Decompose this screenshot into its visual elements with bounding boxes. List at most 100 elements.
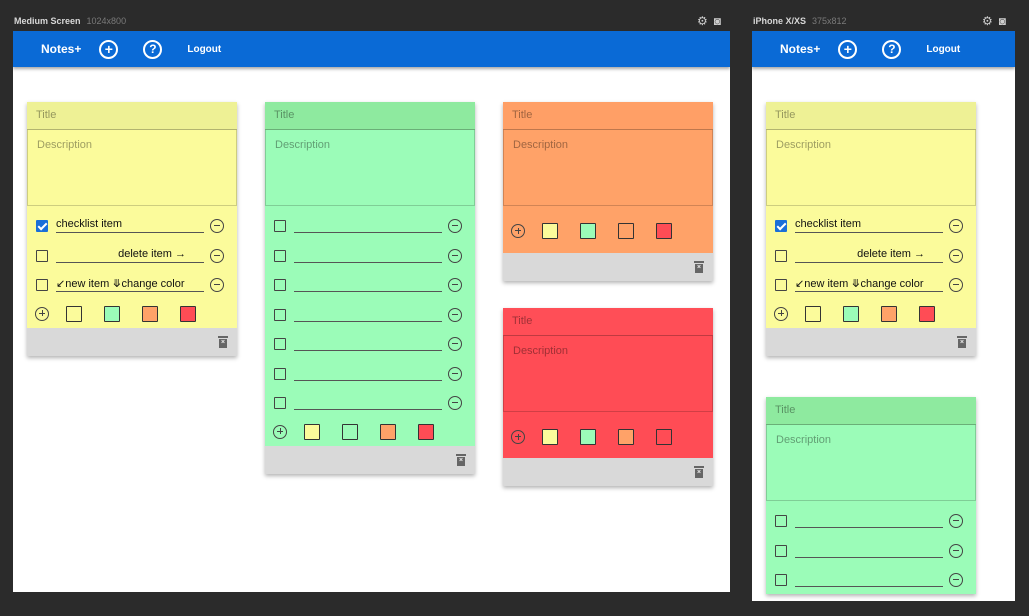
color-green-swatch[interactable] — [580, 223, 596, 239]
title-input[interactable]: Title — [265, 102, 475, 130]
add-circle-icon[interactable] — [511, 224, 525, 238]
remove-circle-icon[interactable] — [448, 337, 462, 351]
checkbox-icon[interactable] — [775, 249, 787, 262]
checkbox-icon[interactable] — [274, 308, 286, 321]
remove-circle-icon[interactable] — [210, 219, 224, 233]
title-input[interactable]: Title — [766, 102, 976, 130]
item-input[interactable]: ↙new item ⤋change color — [795, 273, 943, 292]
item-input[interactable] — [294, 362, 442, 381]
remove-circle-icon[interactable] — [448, 278, 462, 292]
title-input[interactable]: Title — [503, 102, 713, 130]
item-input[interactable] — [294, 391, 442, 410]
color-orange-swatch[interactable] — [881, 305, 897, 322]
trash-icon[interactable] — [694, 466, 704, 478]
camera-icon[interactable]: ◙ — [714, 14, 721, 28]
checkbox-icon[interactable] — [775, 220, 787, 232]
item-input[interactable] — [795, 509, 943, 528]
item-input[interactable]: delete item → — [56, 244, 204, 263]
remove-circle-icon[interactable] — [949, 248, 963, 263]
help-icon[interactable]: ? — [882, 39, 902, 59]
checkbox-icon[interactable] — [775, 515, 787, 527]
remove-circle-icon[interactable] — [210, 248, 224, 263]
add-circle-icon[interactable] — [774, 306, 788, 321]
color-yellow-swatch[interactable] — [542, 223, 558, 239]
brand[interactable]: Notes+ — [41, 42, 81, 56]
color-orange-swatch[interactable] — [142, 305, 158, 322]
remove-circle-icon[interactable] — [949, 573, 963, 587]
item-input[interactable]: checklist item — [795, 214, 943, 233]
color-orange-swatch[interactable] — [380, 423, 396, 440]
checkbox-icon[interactable] — [36, 279, 48, 291]
color-red-swatch[interactable] — [656, 429, 672, 445]
trash-icon[interactable] — [694, 261, 704, 273]
add-circle-icon[interactable] — [511, 430, 525, 444]
checkbox-icon[interactable] — [36, 249, 48, 262]
color-yellow-swatch[interactable] — [805, 305, 821, 322]
brand[interactable]: Notes+ — [780, 42, 820, 56]
remove-circle-icon[interactable] — [949, 543, 963, 558]
checkbox-icon[interactable] — [274, 367, 286, 380]
description-input[interactable]: Description — [766, 130, 976, 206]
add-circle-icon[interactable] — [273, 424, 287, 439]
remove-circle-icon[interactable] — [448, 396, 462, 410]
color-red-swatch[interactable] — [180, 305, 196, 322]
remove-circle-icon[interactable] — [448, 307, 462, 322]
title-input[interactable]: Title — [503, 308, 713, 336]
item-input[interactable]: ↙new item ⤋change color — [56, 273, 204, 292]
remove-circle-icon[interactable] — [448, 219, 462, 233]
remove-circle-icon[interactable] — [448, 366, 462, 381]
color-yellow-swatch[interactable] — [66, 305, 82, 322]
checkbox-icon[interactable] — [36, 220, 48, 232]
logout-button[interactable]: Logout — [187, 44, 221, 55]
item-input[interactable] — [294, 273, 442, 292]
logout-button[interactable]: Logout — [926, 44, 960, 55]
item-input[interactable] — [795, 539, 943, 558]
color-yellow-swatch[interactable] — [304, 423, 320, 440]
item-input[interactable] — [294, 214, 442, 233]
item-input[interactable]: delete item → — [795, 244, 943, 263]
checkbox-icon[interactable] — [274, 338, 286, 350]
item-input[interactable] — [294, 303, 442, 322]
color-orange-swatch[interactable] — [618, 223, 634, 239]
checkbox-icon[interactable] — [274, 397, 286, 409]
trash-icon[interactable] — [218, 335, 228, 348]
item-input[interactable] — [795, 568, 943, 587]
add-icon[interactable]: + — [99, 39, 119, 59]
checkbox-icon[interactable] — [775, 544, 787, 557]
checkbox-icon[interactable] — [775, 279, 787, 291]
checkbox-icon[interactable] — [274, 220, 286, 232]
item-input[interactable] — [294, 332, 442, 351]
color-green-swatch[interactable] — [580, 429, 596, 445]
add-icon[interactable]: + — [838, 39, 858, 59]
color-green-swatch[interactable] — [104, 305, 120, 322]
color-orange-swatch[interactable] — [618, 429, 634, 445]
checkbox-icon[interactable] — [274, 249, 286, 262]
description-input[interactable]: Description — [503, 130, 713, 206]
remove-circle-icon[interactable] — [210, 278, 224, 292]
color-green-swatch[interactable] — [342, 423, 358, 440]
checkbox-icon[interactable] — [775, 574, 787, 586]
trash-icon[interactable] — [957, 335, 967, 348]
color-yellow-swatch[interactable] — [542, 429, 558, 445]
camera-icon[interactable]: ◙ — [999, 14, 1006, 28]
item-input[interactable]: checklist item — [56, 214, 204, 233]
remove-circle-icon[interactable] — [949, 219, 963, 233]
settings-icon[interactable]: ⚙ — [982, 14, 993, 28]
checkbox-icon[interactable] — [274, 279, 286, 291]
help-icon[interactable]: ? — [143, 39, 163, 59]
title-input[interactable]: Title — [27, 102, 237, 130]
description-input[interactable]: Description — [265, 130, 475, 206]
color-red-swatch[interactable] — [656, 223, 672, 239]
remove-circle-icon[interactable] — [949, 278, 963, 292]
remove-circle-icon[interactable] — [448, 248, 462, 263]
description-input[interactable]: Description — [503, 336, 713, 412]
title-input[interactable]: Title — [766, 397, 976, 425]
color-green-swatch[interactable] — [843, 305, 859, 322]
item-input[interactable] — [294, 244, 442, 263]
add-circle-icon[interactable] — [35, 306, 49, 321]
settings-icon[interactable]: ⚙ — [697, 14, 708, 28]
trash-icon[interactable] — [456, 453, 466, 466]
color-red-swatch[interactable] — [418, 423, 434, 440]
description-input[interactable]: Description — [766, 425, 976, 501]
description-input[interactable]: Description — [27, 130, 237, 206]
